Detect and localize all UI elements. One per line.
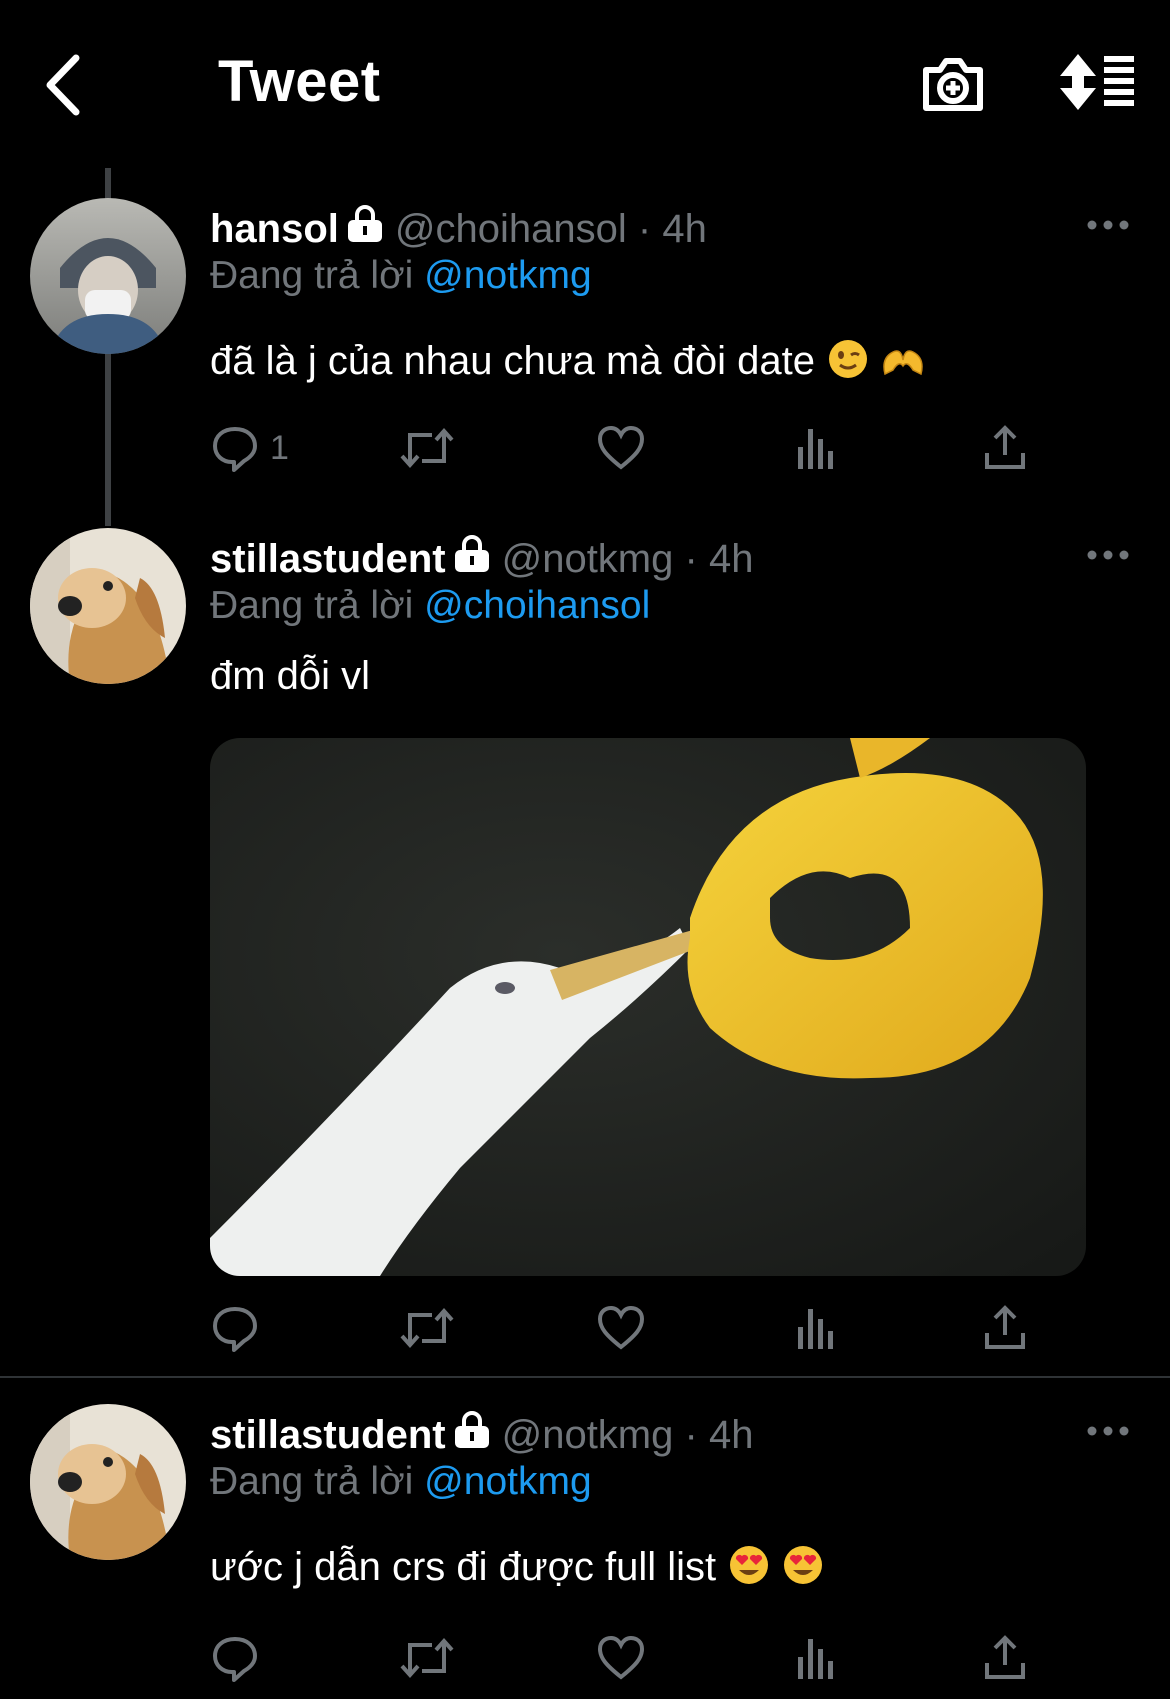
sort-icon: [1060, 54, 1134, 110]
tweet-actions: 1: [210, 420, 1090, 480]
tweet-header: stillastudent @notkmg · 4h: [210, 1410, 753, 1458]
mention-link[interactable]: @notkmg: [424, 254, 591, 297]
tweet-text: ước j dẫn crs đi được full list: [210, 1544, 824, 1590]
timestamp: 4h: [708, 1413, 754, 1457]
share-button[interactable]: [982, 420, 1028, 476]
display-name[interactable]: hansol: [210, 207, 339, 251]
like-icon: [597, 1305, 645, 1350]
like-button[interactable]: [596, 1630, 646, 1686]
retweet-button[interactable]: [398, 420, 456, 476]
username[interactable]: @notkmg: [502, 537, 674, 581]
reply-icon: [213, 427, 257, 472]
avatar[interactable]: [30, 198, 186, 354]
reply-button[interactable]: [210, 1630, 260, 1686]
views-button[interactable]: [794, 1300, 838, 1356]
camera-plus-icon: [923, 58, 983, 111]
heart-eyes-emoji-icon: [784, 1546, 823, 1584]
timestamp: 4h: [662, 207, 707, 251]
heart-eyes-emoji-icon: [730, 1546, 769, 1584]
more-icon: [1087, 220, 1129, 230]
views-icon: [798, 1309, 833, 1349]
winking-face-emoji-icon: [828, 340, 867, 378]
more-icon: [1087, 1426, 1129, 1436]
reply-count: 1: [270, 428, 289, 467]
back-arrow-icon: [46, 54, 80, 116]
tweet-header: hansol @choihansol · 4h: [210, 204, 707, 252]
more-options-button[interactable]: [1086, 215, 1130, 235]
share-button[interactable]: [982, 1630, 1028, 1686]
reply-icon: [213, 1307, 257, 1352]
share-icon: [985, 1635, 1025, 1679]
views-icon: [798, 429, 833, 469]
views-icon: [798, 1639, 833, 1679]
mention-link[interactable]: @notkmg: [424, 1460, 591, 1503]
username[interactable]: @notkmg: [502, 1413, 674, 1457]
share-button[interactable]: [982, 1300, 1028, 1356]
divider: [0, 1376, 1170, 1378]
avatar[interactable]: [30, 1404, 186, 1560]
back-button[interactable]: [40, 50, 90, 120]
like-button[interactable]: [596, 420, 646, 476]
tweet-actions: [210, 1300, 1090, 1360]
more-options-button[interactable]: [1086, 1421, 1130, 1441]
retweet-icon: [400, 427, 454, 469]
display-name[interactable]: stillastudent: [210, 537, 446, 581]
more-options-button[interactable]: [1086, 545, 1130, 565]
mention-link[interactable]: @choihansol: [424, 584, 650, 627]
like-icon: [597, 425, 645, 470]
replying-to: Đang trả lời @notkmg: [210, 254, 592, 297]
avatar[interactable]: [30, 528, 186, 684]
retweet-icon: [400, 1637, 454, 1679]
reply-icon: [213, 1637, 257, 1682]
tweet-text: đm dỗi vl: [210, 654, 371, 698]
heart-hands-emoji-icon: [883, 350, 923, 376]
tweet-header: stillastudent @notkmg · 4h: [210, 534, 753, 582]
reply-button[interactable]: [210, 1300, 260, 1356]
page-title: Tweet: [218, 49, 381, 114]
top-bar: Tweet: [0, 0, 1170, 170]
sort-button[interactable]: [1060, 52, 1134, 112]
replying-to: Đang trả lời @notkmg: [210, 1460, 592, 1503]
share-icon: [985, 425, 1025, 469]
timestamp: 4h: [708, 537, 754, 581]
share-icon: [985, 1305, 1025, 1349]
lock-icon: [347, 205, 382, 242]
tweet-text: đã là j của nhau chưa mà đòi date: [210, 338, 925, 384]
like-icon: [597, 1635, 645, 1680]
more-icon: [1087, 550, 1129, 560]
lock-icon: [454, 1411, 489, 1448]
replying-to: Đang trả lời @choihansol: [210, 584, 651, 627]
like-button[interactable]: [596, 1300, 646, 1356]
retweet-button[interactable]: [398, 1630, 456, 1686]
username[interactable]: @choihansol: [395, 207, 627, 251]
reply-button[interactable]: 1: [210, 420, 289, 476]
tweet-media-image[interactable]: [210, 738, 1086, 1276]
retweet-icon: [400, 1307, 454, 1349]
views-button[interactable]: [794, 1630, 838, 1686]
views-button[interactable]: [794, 420, 838, 476]
retweet-button[interactable]: [398, 1300, 456, 1356]
tweet-actions: [210, 1630, 1090, 1690]
display-name[interactable]: stillastudent: [210, 1413, 446, 1457]
lock-icon: [454, 535, 489, 572]
camera-button[interactable]: [920, 50, 986, 116]
